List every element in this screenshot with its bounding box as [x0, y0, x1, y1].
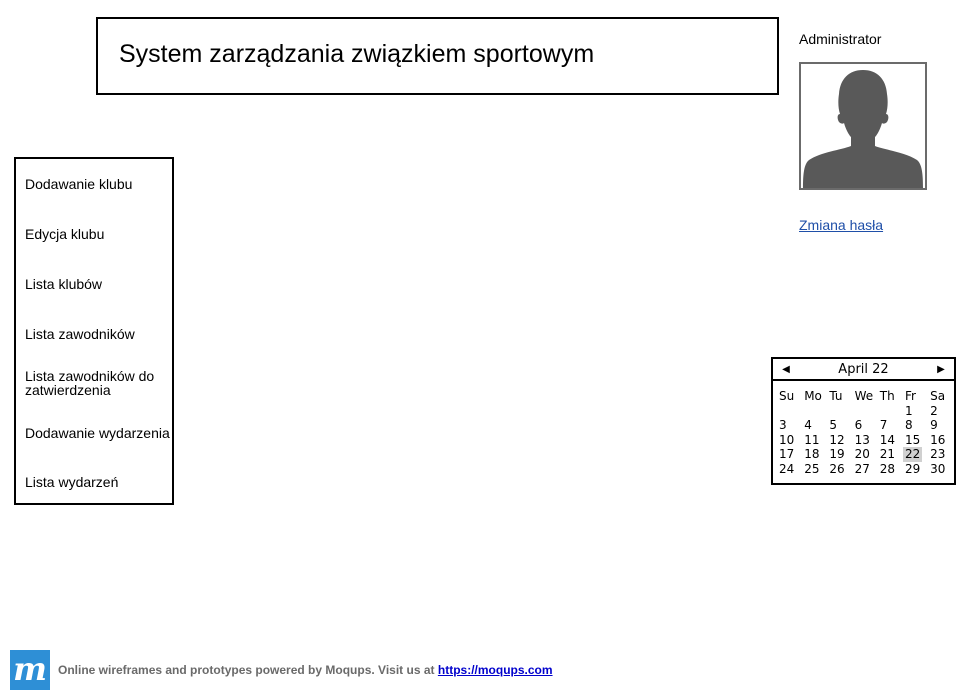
calendar-day[interactable]: 4 [802, 418, 827, 433]
page-title: System zarządzania związkiem sportowym [119, 40, 595, 68]
calendar-day[interactable]: 9 [928, 418, 953, 433]
calendar-day[interactable]: 16 [928, 433, 953, 448]
change-password-link[interactable]: Zmiana hasła [799, 217, 883, 233]
empty-cell [878, 404, 903, 419]
calendar-day[interactable]: 8 [903, 418, 928, 433]
calendar-day[interactable]: 11 [802, 433, 827, 448]
calendar-day[interactable]: 5 [827, 418, 852, 433]
empty-cell [777, 404, 802, 419]
menu-item-event-list[interactable]: Lista wydarzeń [25, 475, 118, 489]
calendar-day[interactable]: 10 [777, 433, 802, 448]
empty-cell [827, 404, 852, 419]
calendar-day[interactable]: 13 [853, 433, 878, 448]
calendar-day[interactable]: 23 [928, 447, 953, 462]
calendar-day[interactable]: 3 [777, 418, 802, 433]
menu-item-add-event[interactable]: Dodawanie wydarzenia [25, 426, 170, 440]
calendar-day[interactable]: 6 [853, 418, 878, 433]
menu-item-edit-club[interactable]: Edycja klubu [25, 227, 104, 241]
calendar-header: ◀ April 22 ▶ [773, 359, 954, 381]
moqups-logo: m [10, 650, 50, 690]
calendar-day[interactable]: 26 [827, 462, 852, 477]
weekday-label: Tu [829, 389, 843, 403]
calendar-day[interactable]: 24 [777, 462, 802, 477]
moqups-link[interactable]: https://moqups.com [438, 663, 553, 677]
weekday-label: We [854, 389, 874, 403]
calendar-day[interactable]: 1 [903, 404, 928, 419]
calendar-day[interactable]: 25 [802, 462, 827, 477]
triangle-right-icon[interactable]: ▶ [932, 359, 950, 380]
calendar-day[interactable]: 17 [777, 447, 802, 462]
calendar-day[interactable]: 15 [903, 433, 928, 448]
weekday-label: Fr [904, 389, 916, 403]
footer-message: Online wireframes and prototypes powered… [58, 663, 435, 677]
weekday-label: Su [779, 389, 795, 403]
menu-item-club-list[interactable]: Lista klubów [25, 277, 102, 291]
calendar-widget: ◀ April 22 ▶ Su Mo Tu We Th Fr Sa 1 2 3 4 5 6 7 8 9 10 11… [771, 357, 956, 485]
footer-text: Online wireframes and prototypes powered… [58, 663, 553, 677]
menu-item-player-list[interactable]: Lista zawodników [25, 327, 135, 341]
triangle-left-icon[interactable]: ◀ [777, 359, 795, 380]
user-name: Administrator [799, 31, 882, 47]
weekday-label: Sa [930, 389, 946, 403]
calendar-grid: Su Mo Tu We Th Fr Sa 1 2 3 4 5 6 7 8 9 10 11 12 13 14 15 16 17 1… [777, 389, 953, 476]
calendar-day[interactable]: 29 [903, 462, 928, 477]
header-box: System zarządzania związkiem sportowym [96, 17, 779, 95]
menu-item-add-club[interactable]: Dodawanie klubu [25, 177, 132, 191]
calendar-day[interactable]: 12 [827, 433, 852, 448]
user-silhouette-icon [803, 70, 923, 188]
weekday-label: Mo [804, 389, 822, 403]
calendar-day[interactable]: 19 [827, 447, 852, 462]
calendar-day[interactable]: 28 [878, 462, 903, 477]
calendar-day[interactable]: 21 [878, 447, 903, 462]
calendar-day[interactable]: 27 [853, 462, 878, 477]
calendar-day-selected[interactable]: 22 [902, 447, 923, 462]
sidebar-menu: Dodawanie klubu Edycja klubu Lista klubó… [14, 157, 174, 505]
calendar-day[interactable]: 2 [928, 404, 953, 419]
calendar-month-title: April 22 [838, 362, 889, 377]
calendar-day[interactable]: 20 [853, 447, 878, 462]
weekday-label: Th [879, 389, 895, 403]
empty-cell [802, 404, 827, 419]
menu-item-players-to-approve[interactable]: Lista zawodników do zatwierdzenia [25, 369, 175, 397]
calendar-day[interactable]: 7 [878, 418, 903, 433]
calendar-day[interactable]: 30 [928, 462, 953, 477]
calendar-day[interactable]: 18 [802, 447, 827, 462]
avatar [799, 62, 927, 190]
empty-cell [853, 404, 878, 419]
calendar-day[interactable]: 14 [878, 433, 903, 448]
